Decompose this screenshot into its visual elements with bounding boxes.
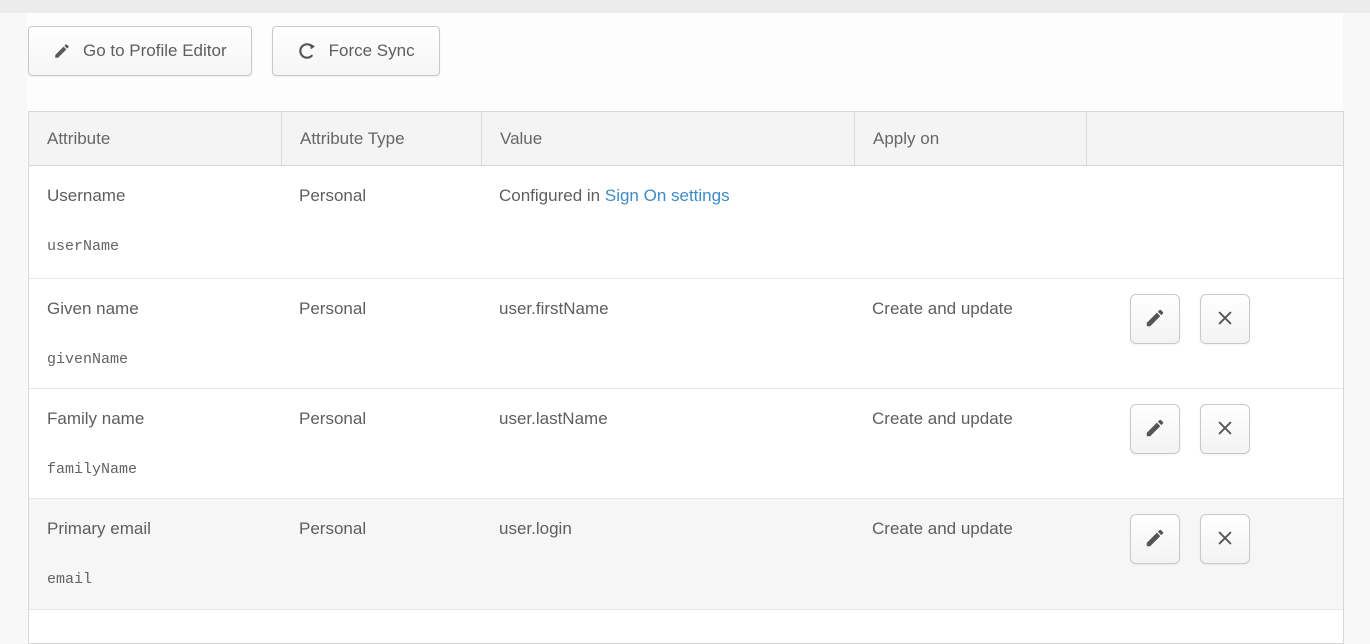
attribute-cell [29, 610, 281, 644]
attribute-cell: Username userName [29, 166, 281, 278]
right-margin [1343, 13, 1370, 644]
apply-on-cell: Create and update [854, 279, 1086, 388]
column-header-value: Value [481, 112, 854, 165]
close-icon [1215, 418, 1235, 441]
value-cell: Configured in Sign On settings [481, 166, 854, 278]
delete-attribute-button[interactable] [1200, 294, 1250, 344]
attribute-variable-name: userName [47, 235, 269, 258]
attribute-cell: Given name givenName [29, 279, 281, 388]
edit-attribute-button[interactable] [1130, 514, 1180, 564]
column-header-attribute: Attribute [29, 112, 281, 165]
table-row-primary-email: Primary email email Personal user.login … [29, 498, 1343, 609]
value-cell: user.login [481, 499, 854, 609]
table-row-given-name: Given name givenName Personal user.first… [29, 278, 1343, 388]
attribute-type-cell: Personal [281, 389, 481, 498]
go-to-profile-editor-label: Go to Profile Editor [83, 41, 227, 61]
close-icon [1215, 528, 1235, 551]
attribute-variable-name: email [47, 568, 269, 591]
attribute-type-cell: Personal [281, 279, 481, 388]
pencil-icon [1144, 527, 1166, 552]
table-row-family-name: Family name familyName Personal user.las… [29, 388, 1343, 498]
table-row-partial [29, 609, 1343, 644]
attribute-label: Primary email [47, 517, 269, 540]
attribute-label: Given name [47, 297, 269, 320]
value-cell: user.lastName [481, 389, 854, 498]
pencil-icon [1144, 307, 1166, 332]
pencil-icon [1144, 417, 1166, 442]
column-header-apply-on: Apply on [854, 112, 1086, 165]
attribute-cell: Primary email email [29, 499, 281, 609]
attribute-type-cell: Personal [281, 166, 481, 278]
table-row-username: Username userName Personal Configured in… [29, 166, 1343, 278]
edit-attribute-button[interactable] [1130, 294, 1180, 344]
actions-cell [1086, 610, 1343, 644]
column-header-actions [1086, 112, 1343, 165]
actions-cell [1086, 279, 1343, 388]
toolbar: Go to Profile Editor Force Sync [28, 26, 440, 76]
actions-cell [1086, 499, 1343, 609]
value-text: Configured in [499, 186, 600, 205]
pencil-icon [53, 42, 71, 60]
value-cell: user.firstName [481, 279, 854, 388]
attribute-label: Username [47, 184, 269, 207]
attribute-variable-name: givenName [47, 348, 269, 371]
attribute-type-cell: Personal [281, 499, 481, 609]
go-to-profile-editor-button[interactable]: Go to Profile Editor [28, 26, 252, 76]
apply-on-cell: Create and update [854, 389, 1086, 498]
attribute-mappings-table: Attribute Attribute Type Value Apply on … [28, 111, 1344, 644]
delete-attribute-button[interactable] [1200, 404, 1250, 454]
left-margin [0, 13, 27, 644]
force-sync-label: Force Sync [329, 41, 415, 61]
table-header-row: Attribute Attribute Type Value Apply on [29, 112, 1343, 166]
value-cell [481, 610, 854, 644]
attribute-type-cell [281, 610, 481, 644]
actions-cell [1086, 166, 1343, 278]
attribute-label: Family name [47, 407, 269, 430]
delete-attribute-button[interactable] [1200, 514, 1250, 564]
edit-attribute-button[interactable] [1130, 404, 1180, 454]
close-icon [1215, 308, 1235, 331]
column-header-attribute-type: Attribute Type [281, 112, 481, 165]
attribute-variable-name: familyName [47, 458, 269, 481]
apply-on-cell [854, 610, 1086, 644]
actions-cell [1086, 389, 1343, 498]
apply-on-cell [854, 166, 1086, 278]
sign-on-settings-link[interactable]: Sign On settings [605, 186, 730, 205]
sync-icon [297, 41, 317, 61]
attribute-cell: Family name familyName [29, 389, 281, 498]
top-edge-strip [0, 0, 1370, 13]
force-sync-button[interactable]: Force Sync [272, 26, 440, 76]
apply-on-cell: Create and update [854, 499, 1086, 609]
